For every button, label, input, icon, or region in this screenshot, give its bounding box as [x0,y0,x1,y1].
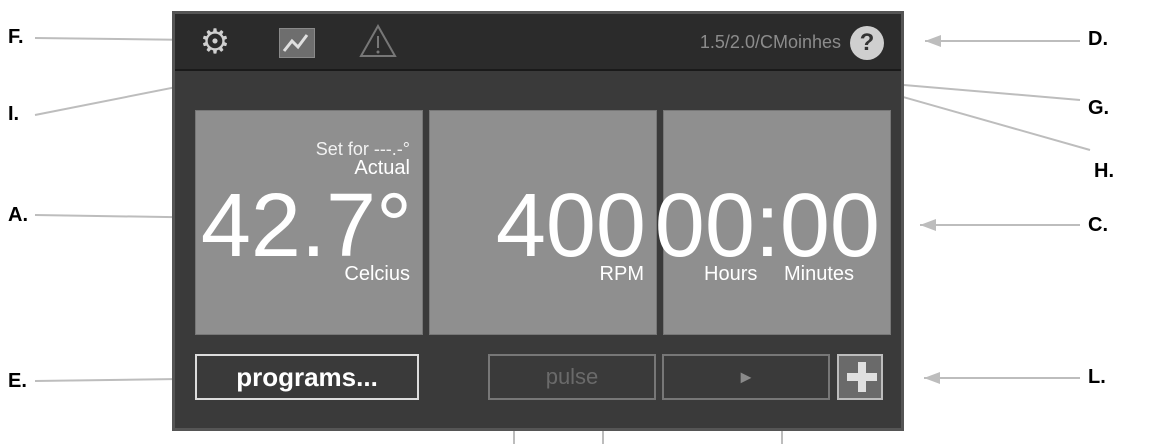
callout-i: I. [8,103,20,125]
play-button[interactable]: ► [662,354,830,400]
minutes-label: Minutes [784,263,855,285]
callout-a: A. [8,204,28,226]
warning-triangle [359,23,397,57]
gear-icon[interactable]: ⚙ [197,24,233,60]
plus-icon[interactable] [837,354,883,400]
version-text: 1.5/2.0/CMoinhes [699,32,841,52]
top-bar: ⚙ 1.5/2.0/CMoinhes ? [175,14,901,71]
hours-label: Hours [704,263,758,285]
callout-d: D. [1088,28,1108,50]
callout-e: E. [8,370,27,392]
callout-h: H. [1094,160,1114,182]
warning-icon[interactable] [359,23,397,58]
device-screen: ⚙ 1.5/2.0/CMoinhes ? Set for ---.-° Actu… [172,11,904,431]
timer-tile[interactable]: 00:00 Hours Minutes [655,110,891,335]
pulse-button[interactable]: pulse [488,354,656,400]
temperature-tile[interactable]: Set for ---.-° Actual 42.7° Celcius [195,110,423,335]
programs-button[interactable]: programs... [195,354,419,400]
temperature-unit: Celcius [344,263,410,285]
trend-graph [282,34,309,52]
trend-icon[interactable] [279,28,315,58]
callout-c: C. [1088,214,1108,236]
speed-unit: RPM [599,263,644,285]
callout-g: G. [1088,97,1110,119]
callout-f: F. [8,26,24,48]
help-icon[interactable]: ? [850,26,884,60]
speed-tile[interactable]: 400 RPM [429,110,657,335]
callout-l: L. [1088,366,1106,388]
